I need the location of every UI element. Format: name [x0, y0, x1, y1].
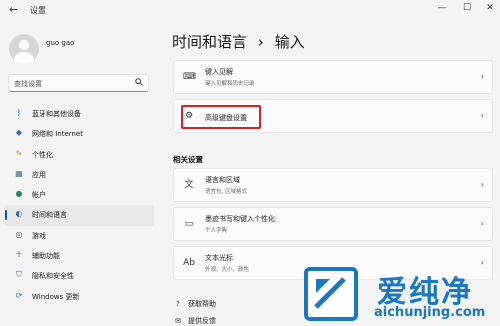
- sidebar-item-personalization[interactable]: ✎ 个性化: [4, 145, 154, 165]
- sidebar-item-accounts[interactable]: ● 帐户: [4, 185, 154, 205]
- breadcrumb-current: 输入: [274, 33, 305, 51]
- search-input[interactable]: 查找设置: [8, 74, 149, 92]
- keyboard-icon: ⌨: [183, 72, 196, 82]
- title-bar: ← 设置 — ☐ ✕: [0, 0, 500, 22]
- related-settings-heading: 相关设置: [173, 155, 203, 164]
- sidebar-item-label: 蓝牙和其他设备: [32, 110, 81, 118]
- card-subtitle: 个人字典: [205, 228, 228, 234]
- sidebar-item-label: Windows 更新: [32, 292, 80, 301]
- maximize-icon[interactable]: ☐: [460, 3, 474, 13]
- sidebar-nav: ᛒ 蓝牙和其他设备 ◆ 网络和 Internet ✎ 个性化 ▦ 应用 ● 帐户…: [4, 104, 154, 307]
- pen-icon: ▭: [184, 219, 194, 229]
- sidebar-item-gaming[interactable]: ◎ 游戏: [4, 226, 154, 246]
- apps-icon: ▦: [15, 168, 23, 178]
- sidebar-item-accessibility[interactable]: ☥ 辅助功能: [4, 246, 154, 266]
- page-title: 时间和语言 › 输入: [172, 31, 305, 52]
- window-title: 设置: [30, 6, 46, 15]
- search-placeholder: 查找设置: [14, 80, 42, 88]
- sidebar-item-label: 个性化: [32, 150, 53, 159]
- close-icon[interactable]: ✕: [483, 3, 497, 13]
- help-icon: ?: [176, 300, 180, 308]
- watermark: 爱纯净 aichunjing.com: [302, 265, 500, 323]
- card-subtitle: 键入见解和历史记录: [205, 81, 255, 87]
- card-title: 语言和区域: [205, 176, 240, 184]
- search-icon: [135, 78, 143, 86]
- feedback-link[interactable]: ✉ 提供反馈: [173, 316, 216, 326]
- sidebar-item-label: 游戏: [32, 231, 46, 240]
- shield-icon: ⛉: [16, 270, 22, 280]
- chevron-right-icon: ›: [480, 72, 484, 81]
- card-language-region[interactable]: 文 语言和区域 语言包, 区域格式 ›: [173, 168, 493, 202]
- active-indicator: [5, 210, 7, 221]
- update-icon: ⟳: [15, 290, 23, 300]
- accessibility-icon: ☥: [16, 250, 22, 260]
- sidebar-item-label: 网络和 Internet: [32, 130, 84, 139]
- language-icon: 文: [184, 180, 194, 190]
- sidebar-item-label: 时间和语言: [32, 211, 67, 220]
- card-subtitle: 语言包, 区域格式: [205, 189, 247, 195]
- card-inking-typing[interactable]: ▭ 墨迹书写和键入个性化 个人字典 ›: [173, 207, 493, 241]
- sidebar-item-label: 隐私和安全性: [32, 272, 74, 281]
- highlight-box: [181, 105, 261, 129]
- watermark-logo-icon: [304, 267, 358, 321]
- account-icon: ●: [15, 189, 23, 199]
- time-language-icon: ◐: [15, 209, 23, 219]
- breadcrumb-separator: ›: [257, 33, 264, 51]
- watermark-url: aichunjing.com: [374, 305, 486, 320]
- card-title: 文本光标: [205, 254, 233, 262]
- get-help-link[interactable]: ? 获取帮助: [173, 299, 216, 309]
- network-icon: ◆: [15, 128, 23, 138]
- gaming-icon: ◎: [15, 229, 23, 239]
- chevron-right-icon: ›: [480, 111, 484, 120]
- chevron-right-icon: ›: [480, 180, 484, 189]
- minimize-icon[interactable]: —: [435, 3, 449, 13]
- brush-icon: ✎: [15, 148, 23, 158]
- sidebar-item-network[interactable]: ◆ 网络和 Internet: [4, 124, 154, 144]
- card-title: 墨迹书写和键入个性化: [205, 215, 275, 223]
- breadcrumb-parent[interactable]: 时间和语言: [172, 33, 247, 51]
- link-label: 提供反馈: [188, 317, 216, 325]
- sidebar-item-privacy[interactable]: ⛉ 隐私和安全性: [4, 266, 154, 286]
- sidebar-item-label: 帐户: [32, 191, 46, 200]
- feedback-icon: ✉: [175, 317, 181, 325]
- card-typing-insights[interactable]: ⌨ 键入见解 键入见解和历史记录 ›: [173, 60, 493, 94]
- sidebar: guo gao 查找设置 ᛒ 蓝牙和其他设备 ◆ 网络和 Internet ✎ …: [0, 22, 158, 323]
- sidebar-item-bluetooth[interactable]: ᛒ 蓝牙和其他设备: [4, 104, 154, 124]
- bluetooth-icon: ᛒ: [16, 108, 22, 117]
- sidebar-item-label: 辅助功能: [32, 252, 60, 261]
- link-label: 获取帮助: [188, 300, 216, 308]
- sidebar-item-apps[interactable]: ▦ 应用: [4, 165, 154, 185]
- card-title: 键入见解: [205, 68, 233, 76]
- back-arrow-icon[interactable]: ←: [9, 3, 18, 16]
- sidebar-item-windows-update[interactable]: ⟳ Windows 更新: [4, 287, 154, 307]
- sidebar-item-label: 应用: [32, 170, 46, 179]
- sidebar-item-time-language[interactable]: ◐ 时间和语言: [4, 205, 154, 226]
- user-name: guo gao: [46, 39, 75, 47]
- card-subtitle: 外观、大小、颜色: [205, 267, 250, 273]
- avatar-head: [19, 40, 29, 50]
- avatar[interactable]: [9, 34, 39, 64]
- chevron-right-icon: ›: [480, 219, 484, 228]
- text-cursor-icon: Ab: [183, 258, 195, 268]
- avatar-body: [14, 52, 34, 64]
